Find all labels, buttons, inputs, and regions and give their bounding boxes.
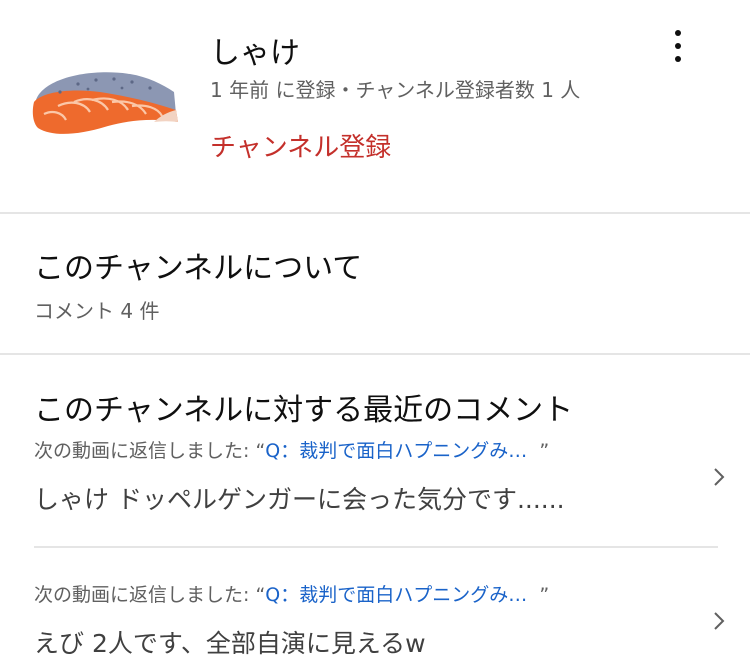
- channel-name: しゃけ: [210, 36, 300, 71]
- section-divider: [0, 212, 750, 214]
- video-title-link[interactable]: Q：裁判で面白ハプニングみ…: [265, 440, 527, 462]
- reply-prefix: 次の動画に返信しました: “: [34, 440, 266, 462]
- reply-prefix: 次の動画に返信しました: “: [34, 584, 266, 606]
- comment-text: えび 2人です、全部自演に見えるw: [34, 629, 426, 658]
- chevron-right-icon: [714, 612, 725, 630]
- more-vert-icon[interactable]: [662, 26, 694, 66]
- comment-divider: [34, 546, 718, 548]
- recent-comments-title: このチャンネルに対する最近のコメント: [34, 393, 574, 428]
- comment-item[interactable]: 次の動画に返信しました: “Q：裁判で面白ハプニングみ… ” えび 2人です、全…: [0, 580, 750, 668]
- subscribe-button[interactable]: チャンネル登録: [210, 127, 391, 164]
- channel-meta: 1 年前 に登録・チャンネル登録者数 1 人: [210, 78, 581, 102]
- reply-context: 次の動画に返信しました: “Q：裁判で面白ハプニングみ… ”: [34, 580, 549, 607]
- video-title-link[interactable]: Q：裁判で面白ハプニングみ…: [265, 584, 527, 606]
- reply-context: 次の動画に返信しました: “Q：裁判で面白ハプニングみ… ”: [34, 436, 549, 463]
- about-section[interactable]: このチャンネルについて コメント 4 件: [0, 215, 750, 353]
- reply-suffix: ”: [539, 584, 550, 606]
- about-title: このチャンネルについて: [34, 251, 363, 286]
- comment-item[interactable]: 次の動画に返信しました: “Q：裁判で面白ハプニングみ… ” しゃけ ドッペルゲ…: [0, 436, 750, 536]
- comment-count: コメント 4 件: [34, 299, 160, 323]
- channel-avatar[interactable]: [30, 62, 180, 142]
- chevron-right-icon: [714, 468, 725, 486]
- reply-suffix: ”: [539, 440, 550, 462]
- comment-text: しゃけ ドッペルゲンガーに会った気分です......: [34, 485, 565, 514]
- section-divider: [0, 353, 750, 355]
- salmon-fillet-icon: [32, 72, 178, 134]
- channel-header: しゃけ 1 年前 に登録・チャンネル登録者数 1 人 チャンネル登録: [0, 0, 750, 213]
